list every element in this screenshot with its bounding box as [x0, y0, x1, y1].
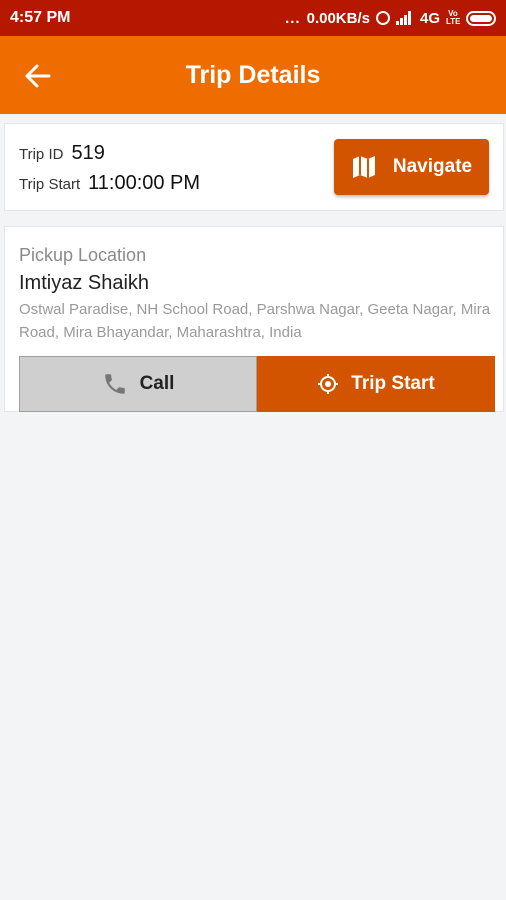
arrow-left-icon	[25, 64, 51, 88]
call-label: Call	[139, 373, 175, 394]
pickup-card: Pickup Location Imtiyaz Shaikh Ostwal Pa…	[4, 226, 504, 412]
network-type: 4G	[419, 9, 440, 27]
action-buttons: Call Trip Start	[19, 356, 495, 412]
signal-icon	[395, 11, 414, 25]
pickup-address: Ostwal Paradise, NH School Road, Parshwa…	[19, 301, 491, 341]
trip-id-row: Trip ID 519	[19, 142, 105, 165]
trip-id-label: Trip ID	[19, 146, 64, 163]
navigate-label: Navigate	[392, 156, 473, 177]
trip-start-value: 11:00:00 PM	[88, 172, 201, 194]
trip-start-button-label: Trip Start	[351, 373, 435, 394]
trip-id-value: 519	[71, 142, 105, 164]
status-dots: ...	[285, 9, 301, 27]
app-bar: Trip Details	[0, 36, 506, 114]
map-icon	[352, 156, 375, 178]
network-speed: 0.00KB/s	[306, 9, 370, 27]
trip-card: Trip ID 519 Trip Start 11:00:00 PM Navig…	[4, 123, 504, 211]
trip-start-label: Trip Start	[19, 176, 81, 193]
target-icon	[318, 374, 339, 394]
status-bar: 4:57 PM ... 0.00KB/s 4G Vo LTE	[0, 0, 506, 36]
call-button[interactable]: Call	[19, 356, 257, 412]
status-icons: ... 0.00KB/s 4G Vo LTE	[285, 10, 496, 27]
trip-start-button[interactable]: Trip Start	[257, 356, 495, 412]
status-time: 4:57 PM	[10, 9, 71, 26]
back-button[interactable]	[22, 60, 54, 92]
hotspot-icon	[375, 11, 390, 25]
battery-icon	[466, 10, 496, 26]
phone-icon	[104, 374, 125, 394]
page-title: Trip Details	[185, 60, 321, 89]
trip-start-row: Trip Start 11:00:00 PM	[19, 172, 200, 195]
navigate-button[interactable]: Navigate	[334, 139, 489, 195]
passenger-name: Imtiyaz Shaikh	[19, 272, 150, 294]
volte-icon: Vo LTE	[446, 9, 461, 26]
pickup-label: Pickup Location	[19, 245, 147, 265]
